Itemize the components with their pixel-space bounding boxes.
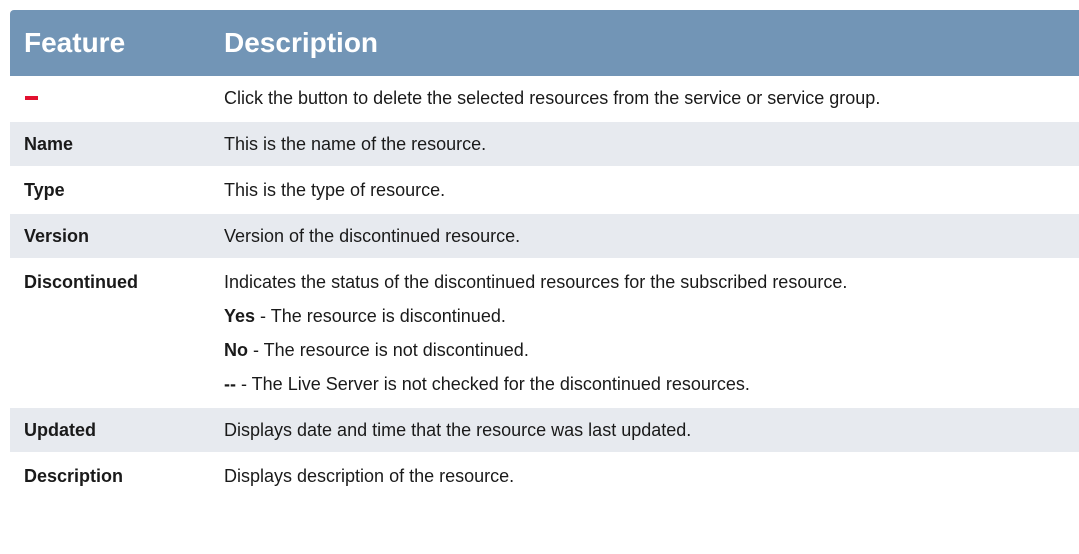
feature-cell: Updated <box>10 407 210 454</box>
description-cell: Version of the discontinued resource. <box>210 213 1079 260</box>
minus-icon <box>25 95 38 100</box>
table-row-type: Type This is the type of resource. <box>10 167 1079 214</box>
description-text: This is the name of the resource. <box>224 134 487 154</box>
description-text: Indicates the status of the discontinued… <box>224 272 848 292</box>
feature-description-table: Feature Description Click the button to … <box>10 10 1079 500</box>
page: Feature Description Click the button to … <box>0 0 1079 554</box>
description-text: This is the type of resource. <box>224 180 446 200</box>
option-no: No - The resource is not discontinued. <box>224 339 1079 361</box>
option-term: -- <box>224 374 236 394</box>
feature-cell: Version <box>10 213 210 260</box>
feature-cell: Type <box>10 167 210 214</box>
description-cell: Indicates the status of the discontinued… <box>210 259 1079 408</box>
description-text: Version of the discontinued resource. <box>224 226 521 246</box>
option-text: - The resource is discontinued. <box>255 306 506 326</box>
table-row-name: Name This is the name of the resource. <box>10 121 1079 168</box>
header-description: Description <box>210 10 1079 76</box>
description-cell: Displays description of the resource. <box>210 453 1079 500</box>
option-term: No <box>224 340 248 360</box>
table-header-row: Feature Description <box>10 10 1079 76</box>
description-cell: Displays date and time that the resource… <box>210 407 1079 454</box>
feature-cell: Description <box>10 453 210 500</box>
table-row-version: Version Version of the discontinued reso… <box>10 213 1079 260</box>
option-text: - The resource is not discontinued. <box>248 340 529 360</box>
description-text: Displays date and time that the resource… <box>224 420 692 440</box>
table-row-description: Description Displays description of the … <box>10 453 1079 500</box>
feature-cell: Discontinued <box>10 259 210 408</box>
header-feature: Feature <box>10 10 210 76</box>
description-cell: This is the type of resource. <box>210 167 1079 214</box>
table-row-updated: Updated Displays date and time that the … <box>10 407 1079 454</box>
feature-cell: Name <box>10 121 210 168</box>
description-text: Click the button to delete the selected … <box>224 88 881 108</box>
description-text: Displays description of the resource. <box>224 466 515 486</box>
table-row-delete: Click the button to delete the selected … <box>10 76 1079 122</box>
option-term: Yes <box>224 306 256 326</box>
option-yes: Yes - The resource is discontinued. <box>224 305 1079 327</box>
description-cell: Click the button to delete the selected … <box>210 76 1079 122</box>
table-row-discontinued: Discontinued Indicates the status of the… <box>10 259 1079 408</box>
option-not-checked: -- - The Live Server is not checked for … <box>224 373 1079 395</box>
description-cell: This is the name of the resource. <box>210 121 1079 168</box>
feature-cell <box>10 76 210 122</box>
option-text: - The Live Server is not checked for the… <box>236 374 750 394</box>
